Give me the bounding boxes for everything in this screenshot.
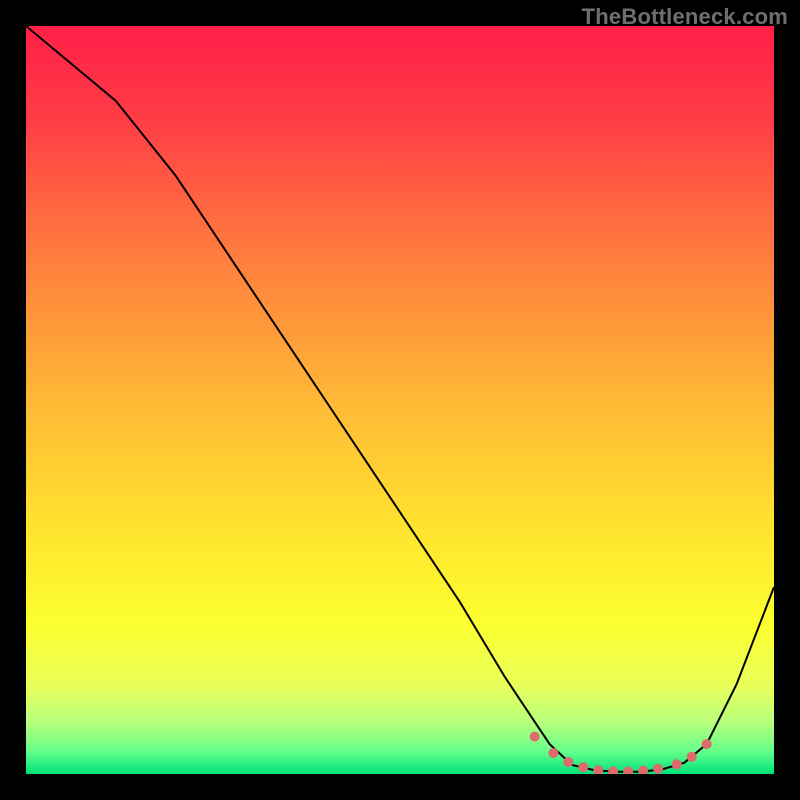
sweet-spot-marker (687, 752, 697, 762)
sweet-spot-marker (530, 732, 540, 742)
chart-frame: TheBottleneck.com (0, 0, 800, 800)
sweet-spot-marker (548, 748, 558, 758)
gradient-background (26, 26, 774, 774)
bottleneck-chart-svg (26, 26, 774, 774)
sweet-spot-marker (702, 739, 712, 749)
sweet-spot-marker (672, 759, 682, 769)
sweet-spot-marker (578, 762, 588, 772)
sweet-spot-marker (563, 757, 573, 767)
sweet-spot-marker (653, 764, 663, 774)
attribution-text: TheBottleneck.com (582, 4, 788, 30)
plot-area (26, 26, 774, 774)
